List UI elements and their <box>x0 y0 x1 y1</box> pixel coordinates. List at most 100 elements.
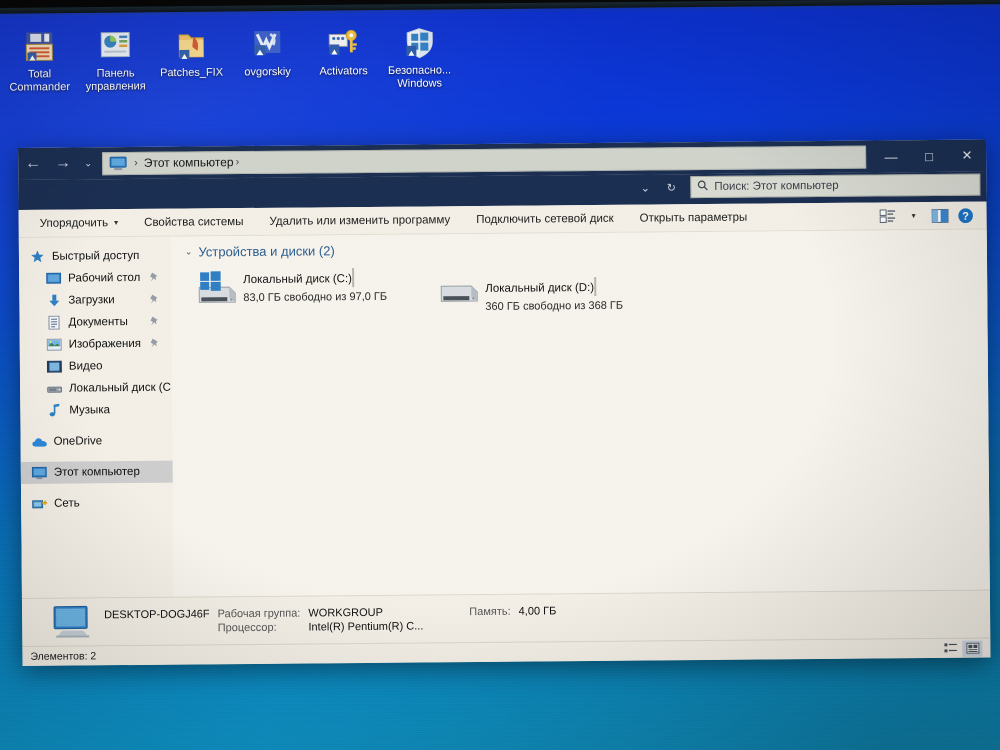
large-icons-view-icon[interactable] <box>962 640 983 657</box>
drive-item-d[interactable]: Локальный диск (D:) 360 ГБ свободно из 3… <box>431 262 663 318</box>
view-options-icon[interactable] <box>875 205 901 227</box>
close-button[interactable]: ✕ <box>948 140 986 172</box>
uninstall-change-program-button[interactable]: Удалить или изменить программу <box>256 209 463 233</box>
this-pc-icon <box>31 465 48 480</box>
details-view-icon[interactable] <box>940 640 960 656</box>
sidebar-item-label: Загрузки <box>68 294 115 307</box>
navigation-pane[interactable]: Быстрый доступ Рабочий стол Загрузки Док… <box>18 236 174 598</box>
content-pane[interactable]: ⌄ Устройства и диски (2) Локальный диск … <box>170 229 990 597</box>
address-bar[interactable]: › Этот компьютер › <box>102 145 867 175</box>
drive-info: Локальный диск (C:) 83,0 ГБ свободно из … <box>243 268 417 307</box>
drive-free-space: 83,0 ГБ свободно из 97,0 ГБ <box>243 290 388 305</box>
computer-name: DESKTOP-DOGJ46F <box>104 607 210 621</box>
pin-icon[interactable] <box>149 294 159 305</box>
sidebar-item-documents[interactable]: Документы <box>19 311 171 334</box>
search-icon <box>697 180 708 194</box>
desktop-icon-control-panel[interactable]: Панель управления <box>78 18 153 93</box>
processor-label: Процессор: <box>217 621 277 634</box>
sidebar-item-downloads[interactable]: Загрузки <box>19 289 171 312</box>
drive-capacity-bar <box>351 268 355 288</box>
organize-label: Упорядочить <box>39 216 109 230</box>
recent-locations-chevron-down-icon[interactable]: ⌄ <box>78 149 98 177</box>
sidebar-item-quick-access[interactable]: Быстрый доступ <box>19 245 171 268</box>
file-explorer-window[interactable]: ← → ⌄ › Этот компьютер › — □ ✕ ⌄ ↻ Поиск… <box>18 139 991 666</box>
chevron-down-icon[interactable]: ⌄ <box>185 246 193 257</box>
processor-value: Intel(R) Pentium(R) C... <box>308 619 424 633</box>
sidebar-item-label: Этот компьютер <box>53 465 140 479</box>
pin-icon[interactable] <box>150 338 160 349</box>
computer-monitor-icon <box>50 605 94 639</box>
maximize-button[interactable]: □ <box>910 140 948 172</box>
open-settings-button[interactable]: Открыть параметры <box>627 206 761 229</box>
desktop-icon-total-commander[interactable]: Total Commander <box>2 19 77 94</box>
memory-label: Память: <box>469 605 511 618</box>
details-pane: DESKTOP-DOGJ46F Рабочая группа: WORKGROU… <box>21 589 991 646</box>
breadcrumb-separator-end[interactable]: › <box>235 156 239 168</box>
windows-drive-icon <box>193 269 239 309</box>
desktop-icon-ovgorskiy[interactable]: ovgorskiy <box>230 17 305 92</box>
sidebar-item-this-pc[interactable]: Этот компьютер <box>20 460 173 484</box>
pin-icon[interactable] <box>149 316 159 327</box>
drive-capacity-bar <box>593 276 597 296</box>
desktop-icon-windows-security[interactable]: Безопасно... Windows <box>382 15 457 90</box>
control-panel-icon <box>96 26 134 64</box>
activators-key-icon <box>324 24 362 62</box>
pin-icon[interactable] <box>149 272 159 283</box>
onedrive-cloud-icon <box>30 434 47 449</box>
sidebar-item-music[interactable]: Музыка <box>20 399 172 422</box>
drive-item-c[interactable]: Локальный диск (C:) 83,0 ГБ свободно из … <box>189 264 421 312</box>
sidebar-item-label: Локальный диск (С <box>69 381 171 395</box>
minimize-button[interactable]: — <box>872 140 910 172</box>
breadcrumb-this-pc[interactable]: Этот компьютер <box>144 155 234 170</box>
search-placeholder: Поиск: Этот компьютер <box>714 179 839 193</box>
sidebar-item-onedrive[interactable]: OneDrive <box>20 430 172 453</box>
drive-info: Локальный диск (D:) 360 ГБ свободно из 3… <box>485 276 659 315</box>
sidebar-item-network[interactable]: Сеть <box>21 492 173 515</box>
window-body: Быстрый доступ Рабочий стол Загрузки Док… <box>18 229 990 598</box>
drive-name: Локальный диск (D:) <box>485 281 595 295</box>
preview-pane-icon[interactable] <box>927 204 953 226</box>
sidebar-item-local-disk[interactable]: Локальный диск (С <box>20 377 172 400</box>
computer-details-grid: DESKTOP-DOGJ46F Рабочая группа: WORKGROU… <box>104 605 556 635</box>
desktop-icon-activators[interactable]: Activators <box>306 16 381 91</box>
sidebar-item-label: Сеть <box>54 497 80 510</box>
desktop-icon-patches-fix[interactable]: Patches_FIX <box>154 18 229 93</box>
folder-shortcut-icon <box>172 26 210 64</box>
refresh-icon[interactable]: ↻ <box>658 176 684 198</box>
sidebar-item-videos[interactable]: Видео <box>20 355 172 378</box>
help-icon[interactable]: ? <box>953 204 979 226</box>
this-pc-icon <box>109 156 127 171</box>
svg-text:?: ? <box>962 210 969 222</box>
map-network-drive-button[interactable]: Подключить сетевой диск <box>463 207 627 230</box>
videos-icon <box>46 359 63 374</box>
sidebar-item-label: Видео <box>68 360 103 373</box>
desktop-icon-label: ovgorskiy <box>244 65 291 79</box>
sidebar-item-pictures[interactable]: Изображения <box>20 333 172 356</box>
desktop-icon <box>45 271 62 286</box>
local-disk-icon <box>46 381 63 396</box>
group-title: Устройства и диски (2) <box>198 243 335 260</box>
sidebar-item-desktop[interactable]: Рабочий стол <box>19 267 171 290</box>
organize-button[interactable]: Упорядочить ▾ <box>27 212 132 235</box>
sidebar-item-label: Музыка <box>69 404 111 417</box>
system-properties-button[interactable]: Свойства системы <box>131 210 257 233</box>
workgroup-label: Рабочая группа: <box>217 607 301 620</box>
drive-list: Локальный диск (C:) 83,0 ГБ свободно из … <box>185 260 987 321</box>
windows-security-icon <box>400 24 438 62</box>
devices-and-drives-group-header[interactable]: ⌄ Устройства и диски (2) <box>185 243 335 259</box>
search-input[interactable]: Поиск: Этот компьютер <box>690 173 981 199</box>
desktop-icon-label: Patches_FIX <box>160 66 224 80</box>
sidebar-item-label: Документы <box>68 316 128 329</box>
desktop-icon-grid: Total Commander Панель управления Patche… <box>2 15 457 93</box>
memory-value: 4,00 ГБ <box>518 604 557 618</box>
ovgorskiy-icon <box>248 25 286 63</box>
drive-name: Локальный диск (C:) <box>243 273 353 287</box>
history-dropdown-chevron-down-icon[interactable]: ⌄ <box>632 176 658 198</box>
back-button[interactable]: ← <box>18 150 48 178</box>
forward-button[interactable]: → <box>48 149 78 177</box>
desktop-icon-label: Панель управления <box>85 67 146 93</box>
view-options-chevron-down-icon[interactable]: ▾ <box>901 205 927 227</box>
drive-free-space: 360 ГБ свободно из 368 ГБ <box>485 299 624 313</box>
workgroup-value: WORKGROUP <box>308 606 383 619</box>
sidebar-item-label: Быстрый доступ <box>51 249 140 263</box>
